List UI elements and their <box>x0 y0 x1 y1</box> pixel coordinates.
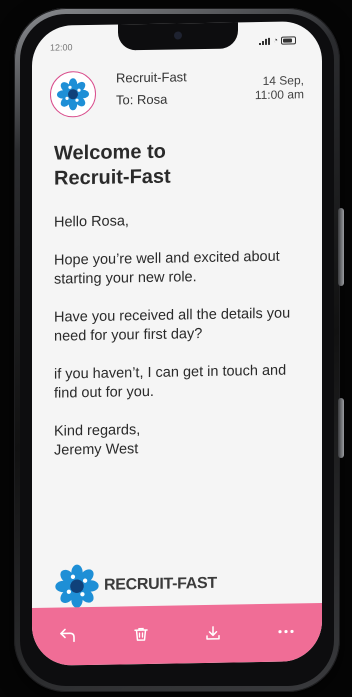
signal-icon <box>259 37 271 46</box>
paragraph-1: Hope you’re well and excited about start… <box>54 248 280 288</box>
paragraph-3: if you haven’t, I can get in touch and f… <box>54 362 287 402</box>
reply-icon <box>60 628 76 643</box>
email-action-toolbar <box>32 602 322 666</box>
recruit-fast-logo-icon <box>57 78 89 111</box>
status-time: 12:00 <box>50 42 73 53</box>
brand-footer: RECRUIT-FAST <box>54 561 217 610</box>
download-icon <box>206 626 220 640</box>
sender-name: Recruit-Fast <box>116 69 187 86</box>
signature-name: Jeremy West <box>54 441 139 459</box>
power-button <box>338 208 344 286</box>
more-options-button[interactable] <box>271 619 301 644</box>
date-day: 14 Sep, <box>262 73 304 88</box>
email-subject: Welcome to Recruit-Fast <box>54 137 294 191</box>
notch <box>118 20 238 51</box>
reply-button[interactable] <box>53 623 83 648</box>
brand-logo-icon <box>55 564 99 608</box>
email-date: 14 Sep, 11:00 am <box>255 73 304 102</box>
more-icon <box>278 629 294 634</box>
greeting: Hello Rosa, <box>54 213 129 231</box>
email-header: Recruit-Fast To: Rosa 14 Sep, 11:00 am <box>50 67 308 132</box>
battery-icon <box>281 36 296 45</box>
brand-name: RECRUIT-FAST <box>104 574 217 594</box>
paragraph-2: Have you received all the details you ne… <box>54 305 291 345</box>
signoff: Kind regards, <box>54 422 141 440</box>
camera-icon <box>174 31 182 40</box>
status-icons: ◔ <box>259 35 296 46</box>
phone-screen: 12:00 ◔ Recruit-Fast To: Rosa 14 Sep, 11… <box>32 20 322 666</box>
download-button[interactable] <box>198 621 228 646</box>
sender-avatar[interactable] <box>50 70 96 118</box>
delete-button[interactable] <box>126 622 156 647</box>
trash-icon <box>134 627 148 641</box>
recipient-line: To: Rosa <box>116 91 168 108</box>
wifi-icon: ◔ <box>273 35 278 45</box>
subject-line-2: Recruit-Fast <box>54 165 171 190</box>
date-time: 11:00 am <box>254 87 304 103</box>
side-button <box>338 398 344 458</box>
email-body: Hello Rosa, Hope you’re well and excited… <box>54 209 304 460</box>
signature-block: Kind regards, Jeremy West <box>54 418 304 460</box>
